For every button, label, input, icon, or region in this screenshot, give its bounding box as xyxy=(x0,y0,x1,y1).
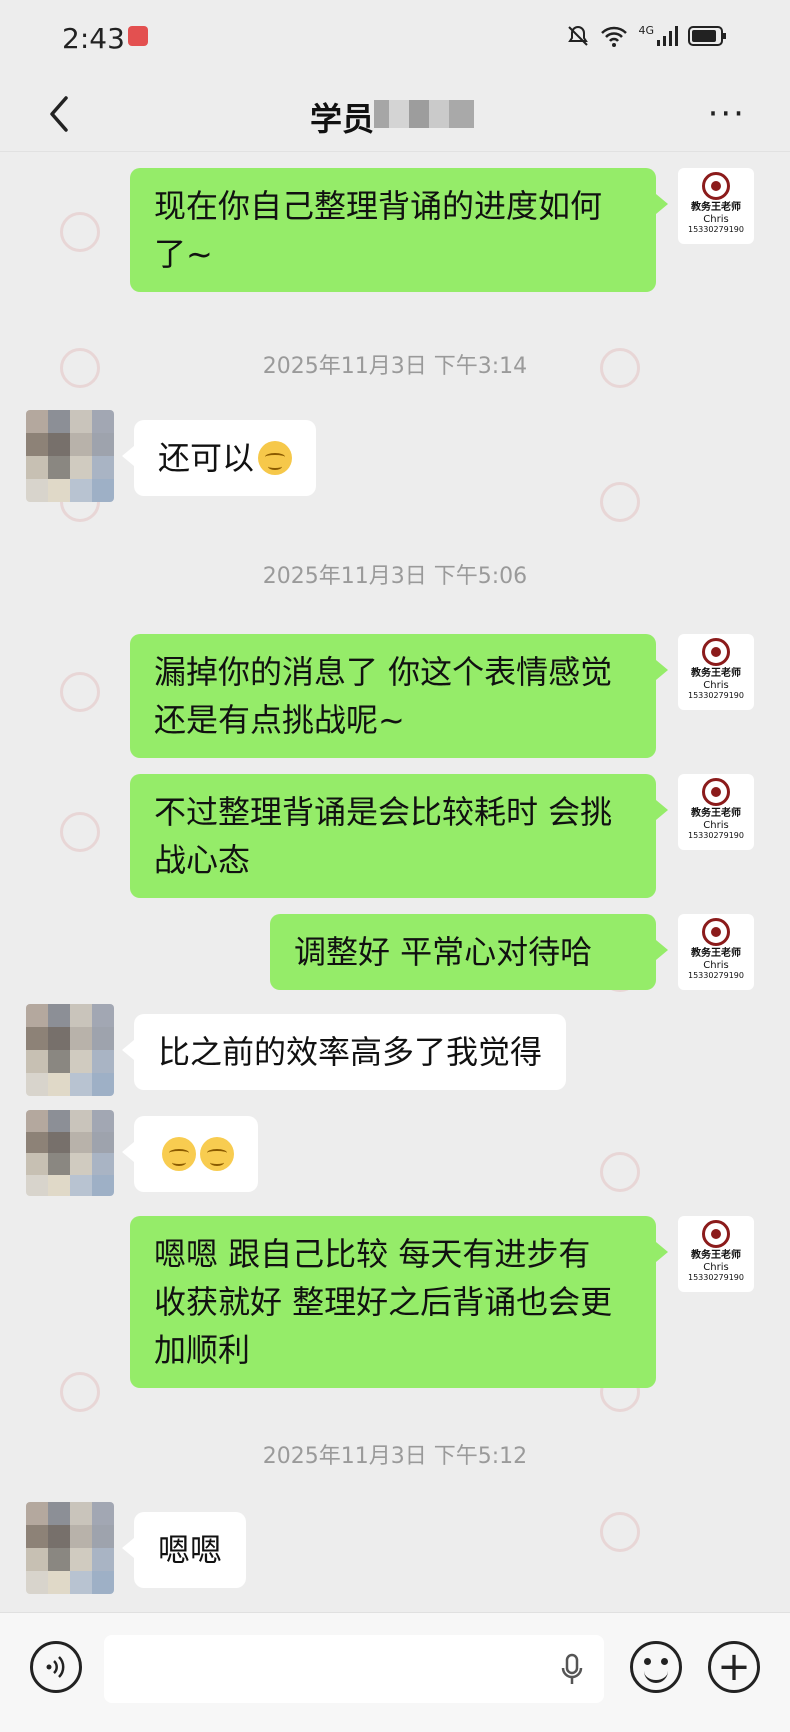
watermark-icon xyxy=(600,1152,640,1192)
school-logo-icon xyxy=(702,918,730,946)
message-text: 战心态 xyxy=(154,841,251,879)
mic-icon[interactable] xyxy=(560,1653,584,1687)
message-bubble-received[interactable] xyxy=(122,1116,258,1192)
avatar-name: 教务王老师 xyxy=(691,1250,741,1261)
battery-icon xyxy=(688,26,726,46)
status-time: 2:43 xyxy=(62,22,125,55)
message-input[interactable] xyxy=(104,1635,604,1703)
emoji-eye xyxy=(661,1658,668,1665)
message-text: 收获就好 整理好之后背诵也会更 xyxy=(154,1283,613,1321)
app-notification-icon xyxy=(128,26,148,46)
message-text: 比之前的效率高多了我觉得 xyxy=(158,1033,543,1071)
watermark-icon xyxy=(60,672,100,712)
avatar-phone: 15330279190 xyxy=(688,971,744,980)
message-bubble-received[interactable]: 嗯嗯 xyxy=(121,1512,247,1588)
teacher-avatar[interactable]: 教务王老师 Chris 15330279190 xyxy=(678,774,754,850)
status-bar: 2:43 4G xyxy=(0,0,790,78)
student-avatar[interactable] xyxy=(26,1110,114,1196)
avatar-phone: 15330279190 xyxy=(688,1273,744,1282)
avatar-english-name: Chris xyxy=(703,680,729,691)
student-avatar[interactable] xyxy=(26,1502,114,1594)
student-avatar[interactable] xyxy=(26,1004,114,1096)
avatar-english-name: Chris xyxy=(703,1262,729,1273)
school-logo-icon xyxy=(702,172,730,200)
wifi-icon xyxy=(601,26,628,47)
message-bubble-sent[interactable]: 漏掉你的消息了 你这个表情感觉 还是有点挑战呢~ xyxy=(130,634,668,758)
message-text: 还是有点挑战呢~ xyxy=(154,701,405,739)
avatar-name: 教务王老师 xyxy=(691,808,741,819)
mute-icon xyxy=(568,25,589,46)
nav-bar: 学员 ··· xyxy=(0,78,790,152)
message-text: 加顺利 xyxy=(154,1331,251,1369)
message-bubble-sent[interactable]: 不过整理背诵是会比较耗时 会挑 战心态 xyxy=(130,774,668,898)
message-text: 了~ xyxy=(154,235,213,273)
message-bubble-sent[interactable]: 嗯嗯 跟自己比较 每天有进步有 收获就好 整理好之后背诵也会更 加顺利 xyxy=(130,1216,668,1388)
avatar-english-name: Chris xyxy=(703,820,729,831)
message-bubble-received[interactable]: 还可以 xyxy=(121,420,317,496)
watermark-icon xyxy=(60,1372,100,1412)
watermark-icon xyxy=(600,1512,640,1552)
watermark-icon xyxy=(600,482,640,522)
message-bubble-sent[interactable]: 现在你自己整理背诵的进度如何 了~ xyxy=(130,168,668,292)
message-text: 嗯嗯 跟自己比较 每天有进步有 xyxy=(154,1235,591,1273)
school-logo-icon xyxy=(702,778,730,806)
timestamp: 2025年11月3日 下午3:14 xyxy=(262,354,528,379)
timestamp: 2025年11月3日 下午5:06 xyxy=(262,564,528,589)
timestamp: 2025年11月3日 下午5:12 xyxy=(262,1444,528,1469)
network-type: 4G xyxy=(638,23,654,37)
avatar-english-name: Chris xyxy=(703,960,729,971)
back-icon[interactable] xyxy=(40,92,80,136)
student-avatar[interactable] xyxy=(26,410,114,502)
teacher-avatar[interactable]: 教务王老师 Chris 15330279190 xyxy=(678,168,754,244)
teacher-avatar[interactable]: 教务王老师 Chris 15330279190 xyxy=(678,1216,754,1292)
blurred-name xyxy=(374,100,474,128)
blush-emoji-icon xyxy=(162,1137,196,1171)
school-logo-icon xyxy=(702,638,730,666)
message-text: 调整好 平常心对待哈 xyxy=(294,933,593,971)
school-logo-icon xyxy=(702,1220,730,1248)
plus-icon[interactable]: + xyxy=(708,1641,760,1693)
avatar-english-name: Chris xyxy=(703,214,729,225)
emoji-icon[interactable] xyxy=(630,1641,682,1693)
message-text: 不过整理背诵是会比较耗时 会挑 xyxy=(154,793,613,831)
message-text: 现在你自己整理背诵的进度如何 xyxy=(154,187,603,225)
avatar-phone: 15330279190 xyxy=(688,691,744,700)
teacher-avatar[interactable]: 教务王老师 Chris 15330279190 xyxy=(678,914,754,990)
watermark-icon xyxy=(60,812,100,852)
relieved-emoji-icon xyxy=(258,441,293,475)
watermark-icon xyxy=(60,212,100,252)
voice-icon[interactable] xyxy=(30,1641,82,1693)
avatar-name: 教务王老师 xyxy=(691,948,741,959)
avatar-phone: 15330279190 xyxy=(688,225,744,234)
avatar-name: 教务王老师 xyxy=(691,202,741,213)
message-text: 还可以 xyxy=(158,439,255,477)
message-text: 嗯嗯 xyxy=(158,1531,223,1569)
avatar-name: 教务王老师 xyxy=(691,668,741,679)
chat-title: 学员 xyxy=(310,100,375,138)
sound-wave-icon xyxy=(46,1656,65,1678)
message-bubble-sent[interactable]: 调整好 平常心对待哈 xyxy=(270,914,668,990)
message-list[interactable]: 现在你自己整理背诵的进度如何 了~ 教务王老师 Chris 1533027919… xyxy=(0,152,790,1612)
message-bubble-received[interactable]: 比之前的效率高多了我觉得 xyxy=(121,1014,567,1090)
message-text: 漏掉你的消息了 你这个表情感觉 xyxy=(154,653,613,691)
blush-emoji-icon xyxy=(200,1137,234,1171)
teacher-avatar[interactable]: 教务王老师 Chris 15330279190 xyxy=(678,634,754,710)
input-bar: + xyxy=(0,1612,790,1732)
status-icons: 4G xyxy=(566,24,728,48)
signal-icon xyxy=(657,26,678,46)
avatar-phone: 15330279190 xyxy=(688,831,744,840)
chat-screen: 2:43 4G 学员 ··· 现在你自己整理背诵的进度如何 了~ 教务王老师 C… xyxy=(0,0,790,1732)
more-options-icon[interactable]: ··· xyxy=(708,94,746,134)
